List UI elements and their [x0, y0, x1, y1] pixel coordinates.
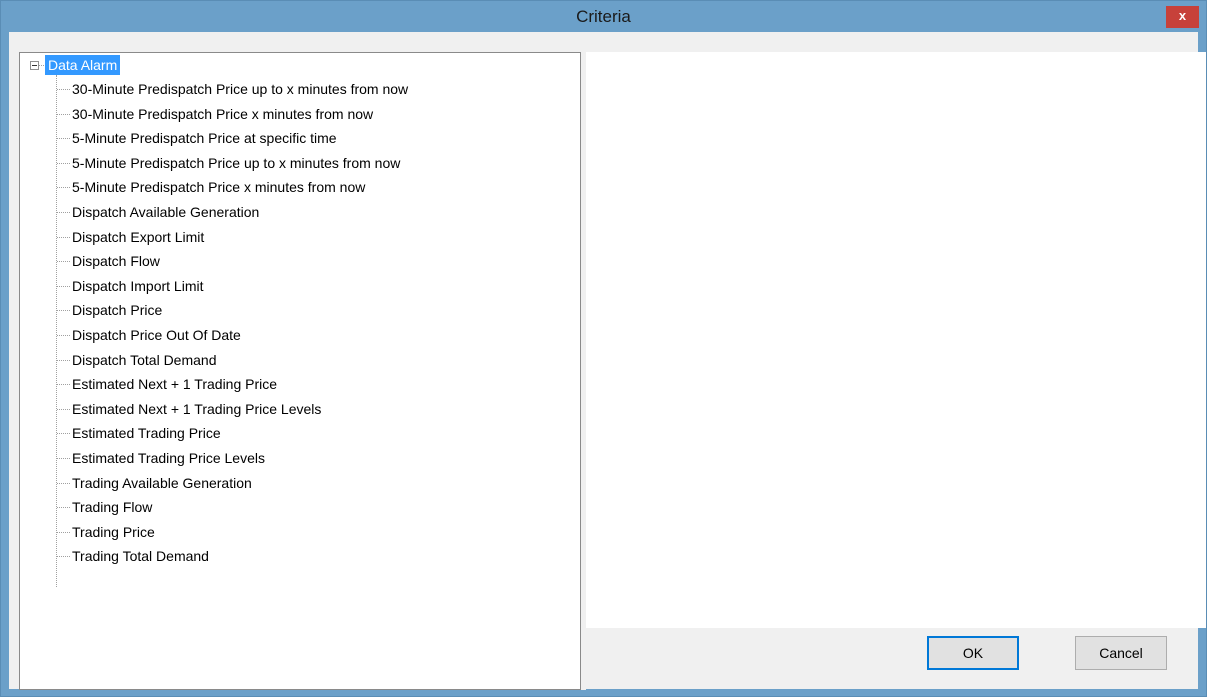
tree-node-label: 30-Minute Predispatch Price up to x minu…: [72, 81, 409, 97]
close-icon: x: [1178, 8, 1187, 23]
close-button[interactable]: x: [1166, 6, 1199, 28]
tree-connector: [39, 65, 44, 66]
tree-node[interactable]: Dispatch Price Out Of Date: [20, 323, 580, 348]
tree-node-label: Estimated Next + 1 Trading Price: [72, 376, 278, 393]
tree-node[interactable]: Estimated Next + 1 Trading Price: [20, 372, 580, 397]
tree-node-label: Dispatch Total Demand: [72, 351, 217, 368]
tree-connector: [57, 433, 70, 435]
tree-node-data-alarm[interactable]: Data Alarm: [45, 55, 121, 75]
tree-node[interactable]: Dispatch Import Limit: [20, 274, 580, 299]
tree-connector: [57, 211, 70, 213]
collapse-icon[interactable]: [30, 61, 39, 70]
tree-node-label: 30-Minute Predispatch Price x minutes fr…: [72, 105, 374, 122]
tree-node[interactable]: Trading Flow: [20, 495, 580, 520]
tree-node[interactable]: Dispatch Total Demand: [20, 348, 580, 373]
tree-node[interactable]: Trading Available Generation: [20, 471, 580, 496]
tree-connector: [57, 236, 70, 238]
title-bar[interactable]: Criteria x: [1, 1, 1206, 32]
details-panel: [586, 52, 1206, 628]
tree-node[interactable]: 5-Minute Predispatch Price at specific t…: [20, 126, 580, 151]
tree-node-label: Trading Price: [72, 523, 155, 540]
tree-node-label: 5-Minute Predispatch Price up to x minut…: [72, 154, 401, 171]
tree-node[interactable]: Estimated Next + 1 Trading Price Levels: [20, 397, 580, 422]
tree-connector: [57, 162, 70, 164]
cancel-button[interactable]: Cancel: [1075, 636, 1167, 670]
tree-connector: [57, 113, 70, 115]
tree-connector: [57, 310, 70, 312]
tree-node-label: Estimated Trading Price Levels: [72, 449, 265, 466]
tree-connector: [57, 285, 70, 287]
tree-node-label: 5-Minute Predispatch Price at specific t…: [72, 130, 337, 147]
tree-node-label: Estimated Trading Price: [72, 425, 221, 442]
ok-button[interactable]: OK: [927, 636, 1019, 670]
tree-node[interactable]: Estimated Trading Price Levels: [20, 446, 580, 471]
tree-connector: [57, 334, 70, 336]
tree-connector: [57, 408, 70, 410]
criteria-dialog: Criteria x Data Alarm 30-Minute Predispa…: [0, 0, 1207, 697]
tree-node[interactable]: Trading Total Demand: [20, 544, 580, 569]
tree-node[interactable]: Dispatch Flow: [20, 249, 580, 274]
tree-connector: [57, 384, 70, 386]
tree-node-label: Dispatch Import Limit: [72, 277, 204, 294]
tree-node[interactable]: Trading Price: [20, 520, 580, 545]
tree-node-label: Trading Flow: [72, 499, 153, 516]
tree-node-label: Trading Available Generation: [72, 474, 252, 491]
tree-node[interactable]: 30-Minute Predispatch Price up to x minu…: [20, 77, 580, 102]
tree-node-label: Dispatch Price: [72, 302, 163, 319]
dialog-body: Data Alarm 30-Minute Predispatch Price u…: [9, 32, 1206, 690]
tree-node[interactable]: Dispatch Export Limit: [20, 225, 580, 250]
criteria-tree[interactable]: Data Alarm 30-Minute Predispatch Price u…: [19, 52, 581, 690]
tree-node-label: Dispatch Flow: [72, 253, 160, 270]
tree-node-label: Dispatch Export Limit: [72, 228, 205, 245]
window-title: Criteria: [576, 7, 631, 26]
tree-node-label: Dispatch Available Generation: [72, 203, 260, 220]
tree-connector: [57, 359, 70, 361]
tree-node[interactable]: 5-Minute Predispatch Price x minutes fro…: [20, 175, 580, 200]
tree-node-label: 5-Minute Predispatch Price x minutes fro…: [72, 179, 366, 196]
tree-connector: [57, 89, 70, 90]
tree-connector: [57, 556, 70, 558]
tree-connector: [57, 531, 70, 533]
tree-connector: [57, 187, 70, 189]
tree-node[interactable]: Estimated Trading Price: [20, 421, 580, 446]
tree-node[interactable]: 5-Minute Predispatch Price up to x minut…: [20, 151, 580, 176]
tree-connector: [57, 482, 70, 484]
tree-node-label: Dispatch Price Out Of Date: [72, 326, 241, 343]
tree-connector: [57, 507, 70, 509]
tree-node[interactable]: Dispatch Price: [20, 298, 580, 323]
tree-children: 30-Minute Predispatch Price up to x minu…: [20, 77, 580, 569]
tree-node[interactable]: 30-Minute Predispatch Price x minutes fr…: [20, 102, 580, 127]
tree-connector: [57, 138, 70, 140]
tree-connector: [57, 457, 70, 459]
tree-connector: [57, 261, 70, 263]
tree-node[interactable]: Dispatch Available Generation: [20, 200, 580, 225]
tree-node-label: Estimated Next + 1 Trading Price Levels: [72, 400, 322, 417]
tree-node-label: Trading Total Demand: [72, 548, 209, 565]
